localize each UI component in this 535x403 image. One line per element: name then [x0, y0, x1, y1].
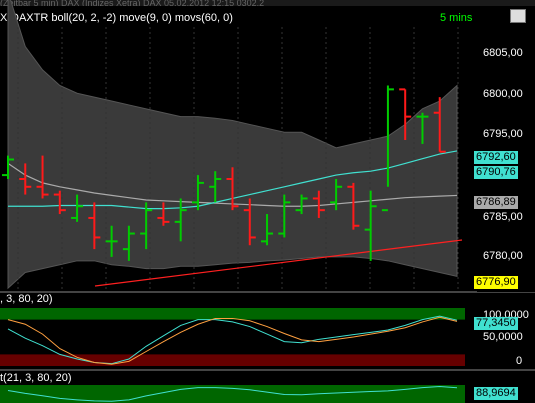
oversold-zone [0, 354, 465, 366]
oscillator2-header: t(21, 3, 80, 20) [0, 372, 72, 384]
chart-canvas[interactable] [0, 0, 535, 403]
y-tick-label: 6785,00 [483, 211, 523, 223]
overbought-zone [0, 308, 465, 320]
y-tick-label: 6805,00 [483, 47, 523, 59]
ma60-price-tag: 6786,89 [474, 196, 518, 209]
oscillator-header: , 3, 80, 20) [0, 293, 53, 305]
ma9b-price-tag: 6790,76 [474, 166, 518, 179]
osc-tick-label: 50,0000 [483, 331, 523, 343]
chart-window: (Zeitbar 5 min) DAX (Indizes Xetra) DAX … [0, 0, 535, 403]
y-tick-label: 6795,00 [483, 128, 523, 140]
y-tick-label: 6800,00 [483, 88, 523, 100]
osc-price-tag: 77,3450 [474, 317, 518, 330]
osc2-price-tag: 88,9694 [474, 387, 518, 400]
osc-tick-label: 0 [516, 355, 523, 367]
ma9-price-tag: 6792,60 [474, 151, 518, 164]
last-price-tag: 6776,90 [474, 276, 518, 289]
y-tick-label: 6780,00 [483, 250, 523, 262]
osc2-overbought-zone [0, 385, 465, 403]
